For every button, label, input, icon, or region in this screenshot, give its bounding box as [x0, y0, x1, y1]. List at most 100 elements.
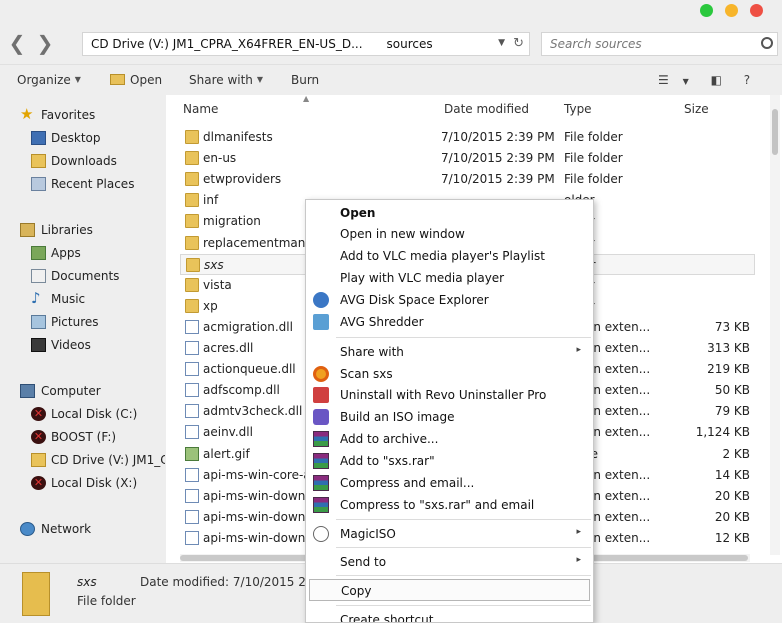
vertical-scrollbar[interactable]	[770, 95, 780, 555]
folder-icon	[185, 172, 199, 186]
address-bar[interactable]: CD Drive (V:) JM1_CPRA_X64FRER_EN-US_D..…	[82, 32, 530, 56]
sidebar-item-downloads[interactable]: Downloads	[0, 151, 165, 171]
dll-file-icon	[185, 362, 199, 376]
scan-icon	[313, 366, 329, 382]
winrar-icon	[313, 475, 329, 491]
menu-item-vlc-playlist[interactable]: Add to VLC media player's Playlist	[306, 245, 593, 267]
winrar-icon	[313, 453, 329, 469]
sidebar-item-videos[interactable]: Videos	[0, 335, 165, 355]
column-header-date[interactable]: Date modified	[444, 102, 529, 116]
menu-item-avg-shredder[interactable]: AVG Shredder	[306, 311, 593, 333]
file-name: dlmanifests	[203, 130, 273, 144]
sidebar-item-music[interactable]: ♪ Music	[0, 289, 165, 309]
back-button[interactable]: ❮	[6, 33, 28, 55]
menu-item-open-new-window[interactable]: Open in new window	[306, 223, 593, 245]
burn-button[interactable]: Burn	[291, 73, 319, 87]
menu-separator	[336, 547, 591, 548]
scroll-thumb[interactable]	[772, 109, 778, 155]
sidebar-libraries[interactable]: Libraries	[0, 220, 165, 240]
menu-item-revo[interactable]: Uninstall with Revo Uninstaller Pro	[306, 384, 593, 406]
view-dropdown-icon[interactable]: ▼	[683, 77, 689, 86]
pictures-icon	[31, 315, 46, 329]
menu-item-copy[interactable]: Copy	[309, 579, 590, 601]
sidebar-computer[interactable]: Computer	[0, 381, 165, 401]
menu-item-compress-email[interactable]: Compress and email...	[306, 472, 593, 494]
menu-item-avg-disk[interactable]: AVG Disk Space Explorer	[306, 289, 593, 311]
sidebar-item-desktop[interactable]: Desktop	[0, 128, 165, 148]
folder-row[interactable]: etwproviders 7/10/2015 2:39 PM File folder	[180, 169, 755, 190]
title-bar	[0, 0, 782, 24]
close-button[interactable]	[750, 4, 763, 17]
organize-button[interactable]: Organize ▼	[17, 73, 81, 87]
menu-item-add-archive[interactable]: Add to archive...	[306, 428, 593, 450]
menu-item-share-with[interactable]: Share with ▸	[306, 341, 593, 363]
column-header-type[interactable]: Type	[564, 102, 592, 116]
menu-item-compress-rar-email[interactable]: Compress to "sxs.rar" and email	[306, 494, 593, 516]
file-size: 50 KB	[714, 383, 750, 397]
recent-places-icon	[31, 177, 46, 191]
search-input[interactable]: Search sources	[541, 32, 778, 56]
sidebar-item-local-disk-c[interactable]: ✕ Local Disk (C:)	[0, 404, 165, 424]
dll-file-icon	[185, 320, 199, 334]
sidebar-item-cd-drive-v[interactable]: CD Drive (V:) JM1_CPR	[0, 450, 165, 470]
minimize-button[interactable]	[725, 4, 738, 17]
dll-file-icon	[185, 425, 199, 439]
menu-item-build-iso[interactable]: Build an ISO image	[306, 406, 593, 428]
sidebar-item-local-disk-x[interactable]: ✕ Local Disk (X:)	[0, 473, 165, 493]
file-date-modified: 7/10/2015 2:39 PM	[441, 151, 555, 165]
file-size: 20 KB	[714, 489, 750, 503]
documents-icon	[31, 269, 46, 283]
search-icon[interactable]	[761, 37, 773, 49]
folder-icon	[185, 130, 199, 144]
menu-item-vlc-play[interactable]: Play with VLC media player	[306, 267, 593, 289]
sidebar-item-recent-places[interactable]: Recent Places	[0, 174, 165, 194]
file-size: 73 KB	[714, 320, 750, 334]
menu-item-send-to[interactable]: Send to ▸	[306, 551, 593, 573]
address-path[interactable]: CD Drive (V:) JM1_CPRA_X64FRER_EN-US_D..…	[83, 37, 363, 51]
share-with-button[interactable]: Share with ▼	[189, 73, 263, 87]
file-name: aeinv.dll	[203, 425, 253, 439]
help-icon[interactable]: ?	[744, 73, 750, 87]
menu-item-scan[interactable]: Scan sxs	[306, 363, 593, 385]
refresh-icon[interactable]: ↻	[513, 36, 524, 51]
cd-drive-icon	[31, 453, 46, 467]
file-size: 313 KB	[707, 341, 750, 355]
command-toolbar: Organize ▼ Open Share with ▼ Burn ☰ ▼ ◧ ?	[0, 64, 782, 94]
file-name: xp	[203, 299, 218, 313]
file-type: File folder	[564, 172, 623, 186]
open-button[interactable]: Open	[110, 73, 162, 87]
folder-icon	[22, 572, 50, 616]
menu-item-magiciso[interactable]: MagicISO ▸	[306, 523, 593, 545]
sidebar-favorites[interactable]: ★ Favorites	[0, 105, 165, 125]
forward-button[interactable]: ❯	[34, 33, 56, 55]
apps-icon	[31, 246, 46, 260]
details-type: File folder	[77, 594, 136, 608]
file-name: etwproviders	[203, 172, 282, 186]
menu-item-open[interactable]: Open	[306, 202, 593, 224]
sidebar-item-pictures[interactable]: Pictures	[0, 312, 165, 332]
drive-icon: ✕	[31, 476, 46, 490]
column-header-size[interactable]: Size	[684, 102, 709, 116]
address-dropdown-icon[interactable]: ▼	[498, 38, 505, 48]
menu-item-add-rar[interactable]: Add to "sxs.rar"	[306, 450, 593, 472]
submenu-arrow-icon: ▸	[576, 555, 581, 565]
change-view-icon[interactable]: ☰	[658, 73, 669, 87]
file-name: actionqueue.dll	[203, 362, 296, 376]
preview-pane-icon[interactable]: ◧	[711, 73, 722, 87]
maximize-button[interactable]	[700, 4, 713, 17]
folder-row[interactable]: dlmanifests 7/10/2015 2:39 PM File folder	[180, 127, 755, 148]
dll-file-icon	[185, 404, 199, 418]
sidebar-network[interactable]: Network	[0, 519, 165, 539]
file-name: migration	[203, 214, 261, 228]
file-name: sxs	[204, 258, 224, 272]
folder-row[interactable]: en-us 7/10/2015 2:39 PM File folder	[180, 148, 755, 169]
desktop-icon	[31, 131, 46, 145]
view-controls: ☰ ▼ ◧ ?	[658, 73, 750, 87]
address-folder[interactable]: sources	[363, 37, 433, 51]
column-header-name[interactable]: Name	[183, 102, 218, 116]
sidebar-item-boost-f[interactable]: ✕ BOOST (F:)	[0, 427, 165, 447]
sidebar-item-apps[interactable]: Apps	[0, 243, 165, 263]
sidebar-item-documents[interactable]: Documents	[0, 266, 165, 286]
menu-item-create-shortcut[interactable]: Create shortcut	[306, 609, 593, 622]
file-date-modified: 7/10/2015 2:39 PM	[441, 172, 555, 186]
